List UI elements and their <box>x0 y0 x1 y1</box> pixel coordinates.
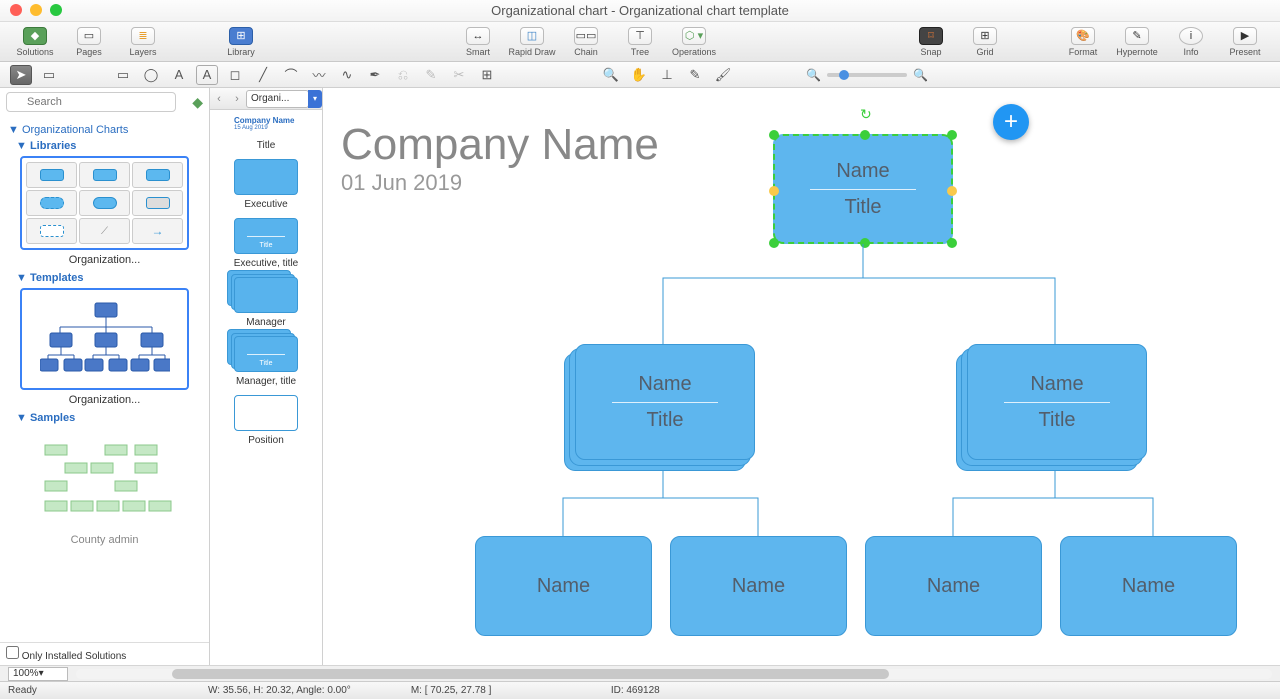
shapes-panel: ‹ › Organi... ▾ Company Name15 Aug 2019 … <box>210 88 323 665</box>
zoom-in-icon[interactable]: 🔍 <box>913 68 928 82</box>
arc-tool[interactable]: ⌒ <box>280 65 302 85</box>
shape-manager-title[interactable]: TitleManager, title <box>234 336 298 387</box>
org-node-root[interactable]: Name Title ↻ <box>773 134 953 244</box>
titlebar: Organizational chart - Organizational ch… <box>0 0 1280 22</box>
status-mouse: M: [ 70.25, 27.78 ] <box>411 685 551 696</box>
org-node-leaf-2[interactable]: Name <box>670 536 847 636</box>
status-dimensions: W: 35.56, H: 20.32, Angle: 0.00° <box>208 685 351 696</box>
page-title: Company Name <box>341 120 659 170</box>
zoom-slider[interactable]: 🔍 🔍 <box>806 68 928 82</box>
status-bar: Ready W: 35.56, H: 20.32, Angle: 0.00° M… <box>0 681 1280 699</box>
stamp-tool[interactable]: ⊥ <box>656 65 678 85</box>
canvas[interactable]: Company Name 01 Jun 2019 + Name Title ↻ <box>323 88 1280 665</box>
shapes-back-button[interactable]: ‹ <box>210 93 228 105</box>
maximize-window-button[interactable] <box>50 4 62 16</box>
present-button[interactable]: ▶Present <box>1218 23 1272 61</box>
solutions-button[interactable]: ◆Solutions <box>8 23 62 61</box>
zoom-tool[interactable]: 🔍 <box>600 65 622 85</box>
main-toolbar: ◆Solutions ▭Pages ≣Layers ⊞Library ↔Smar… <box>0 22 1280 62</box>
library-thumb-label: Organization... <box>8 254 201 266</box>
bottom-bar: 100% ▾ <box>0 665 1280 681</box>
sample-thumb[interactable] <box>20 428 189 530</box>
shape-executive-title[interactable]: TitleExecutive, title <box>234 218 298 269</box>
solutions-panel: 🔍 ◆ ▼ Organizational Charts ▼ Libraries … <box>0 88 210 665</box>
layers-button[interactable]: ≣Layers <box>116 23 170 61</box>
subcat-samples[interactable]: ▼ Samples <box>16 412 201 424</box>
marquee-tool[interactable]: ▭ <box>38 65 60 85</box>
shape-position[interactable]: Position <box>234 395 298 446</box>
info-button[interactable]: iInfo <box>1164 23 1218 61</box>
status-ready: Ready <box>8 685 148 696</box>
line-tool[interactable]: ╱ <box>252 65 274 85</box>
zoom-combo[interactable]: 100% ▾ <box>8 667 68 681</box>
smart-button[interactable]: ↔Smart <box>451 23 505 61</box>
ellipse-tool[interactable]: ◯ <box>140 65 162 85</box>
rotate-handle[interactable]: ↻ <box>860 106 872 123</box>
org-node-manager-1[interactable]: NameTitle <box>575 344 755 460</box>
operations-button[interactable]: ⬡ ▾Operations <box>667 23 721 61</box>
bezier-tool[interactable]: ∿ <box>336 65 358 85</box>
table-tool[interactable]: ⊞ <box>476 65 498 85</box>
library-thumb[interactable]: ⟋→ <box>20 156 189 250</box>
freehand-tool[interactable]: ✎ <box>420 65 442 85</box>
subcat-templates[interactable]: ▼ Templates <box>16 272 201 284</box>
category-org-charts[interactable]: ▼ Organizational Charts <box>8 124 201 136</box>
spline-tool[interactable]: 〰 <box>308 65 330 85</box>
textbox-tool[interactable]: A <box>196 65 218 85</box>
grid-button[interactable]: ⊞Grid <box>958 23 1012 61</box>
library-button[interactable]: ⊞Library <box>214 23 268 61</box>
org-node-leaf-1[interactable]: Name <box>475 536 652 636</box>
shape-header[interactable]: Company Name15 Aug 2019 Title <box>234 116 298 151</box>
only-installed-checkbox[interactable]: Only Installed Solutions <box>0 642 209 665</box>
hypernote-button[interactable]: ✎Hypernote <box>1110 23 1164 61</box>
rapid-draw-button[interactable]: ◫Rapid Draw <box>505 23 559 61</box>
pages-button[interactable]: ▭Pages <box>62 23 116 61</box>
callout-tool[interactable]: ◻ <box>224 65 246 85</box>
chain-button[interactable]: ▭▭Chain <box>559 23 613 61</box>
sample-thumb-label: County admin <box>8 534 201 546</box>
eyedropper-tool[interactable]: ✎ <box>684 65 706 85</box>
org-node-manager-2[interactable]: NameTitle <box>967 344 1147 460</box>
subcat-libraries[interactable]: ▼ Libraries <box>16 140 201 152</box>
rectangle-tool[interactable]: ▭ <box>112 65 134 85</box>
page-date: 01 Jun 2019 <box>341 170 659 196</box>
template-thumb-label: Organization... <box>8 394 201 406</box>
shapes-forward-button[interactable]: › <box>228 93 246 105</box>
window-title: Organizational chart - Organizational ch… <box>491 3 789 18</box>
brush-tool[interactable]: 🖌 <box>712 65 734 85</box>
drawing-tools: ➤ ▭ ▭ ◯ A A ◻ ╱ ⌒ 〰 ∿ ✒ ⎌ ✎ ✂ ⊞ 🔍 ✋ ⊥ ✎ … <box>0 62 1280 88</box>
connector-tool[interactable]: ⎌ <box>392 65 414 85</box>
shape-manager[interactable]: Manager <box>234 277 298 328</box>
pen-tool[interactable]: ✒ <box>364 65 386 85</box>
hand-tool[interactable]: ✋ <box>628 65 650 85</box>
add-node-button[interactable]: + <box>993 104 1029 140</box>
format-button[interactable]: 🎨Format <box>1056 23 1110 61</box>
shapes-library-dropdown[interactable]: ▾ <box>308 90 322 108</box>
traffic-lights <box>10 4 62 16</box>
snap-button[interactable]: ⌑Snap <box>904 23 958 61</box>
horizontal-scrollbar[interactable] <box>76 669 1272 679</box>
tree-button[interactable]: ⊤Tree <box>613 23 667 61</box>
zoom-out-icon[interactable]: 🔍 <box>806 68 821 82</box>
shapes-library-combo[interactable]: Organi... <box>246 90 309 108</box>
search-input[interactable] <box>6 92 176 112</box>
minimize-window-button[interactable] <box>30 4 42 16</box>
text-tool[interactable]: A <box>168 65 190 85</box>
scissors-tool[interactable]: ✂ <box>448 65 470 85</box>
org-node-leaf-3[interactable]: Name <box>865 536 1042 636</box>
select-tool[interactable]: ➤ <box>10 65 32 85</box>
org-node-leaf-4[interactable]: Name <box>1060 536 1237 636</box>
filter-icon[interactable]: ◆ <box>192 94 203 111</box>
shape-executive[interactable]: Executive <box>234 159 298 210</box>
close-window-button[interactable] <box>10 4 22 16</box>
status-id: ID: 469128 <box>611 685 751 696</box>
template-thumb[interactable] <box>20 288 189 390</box>
